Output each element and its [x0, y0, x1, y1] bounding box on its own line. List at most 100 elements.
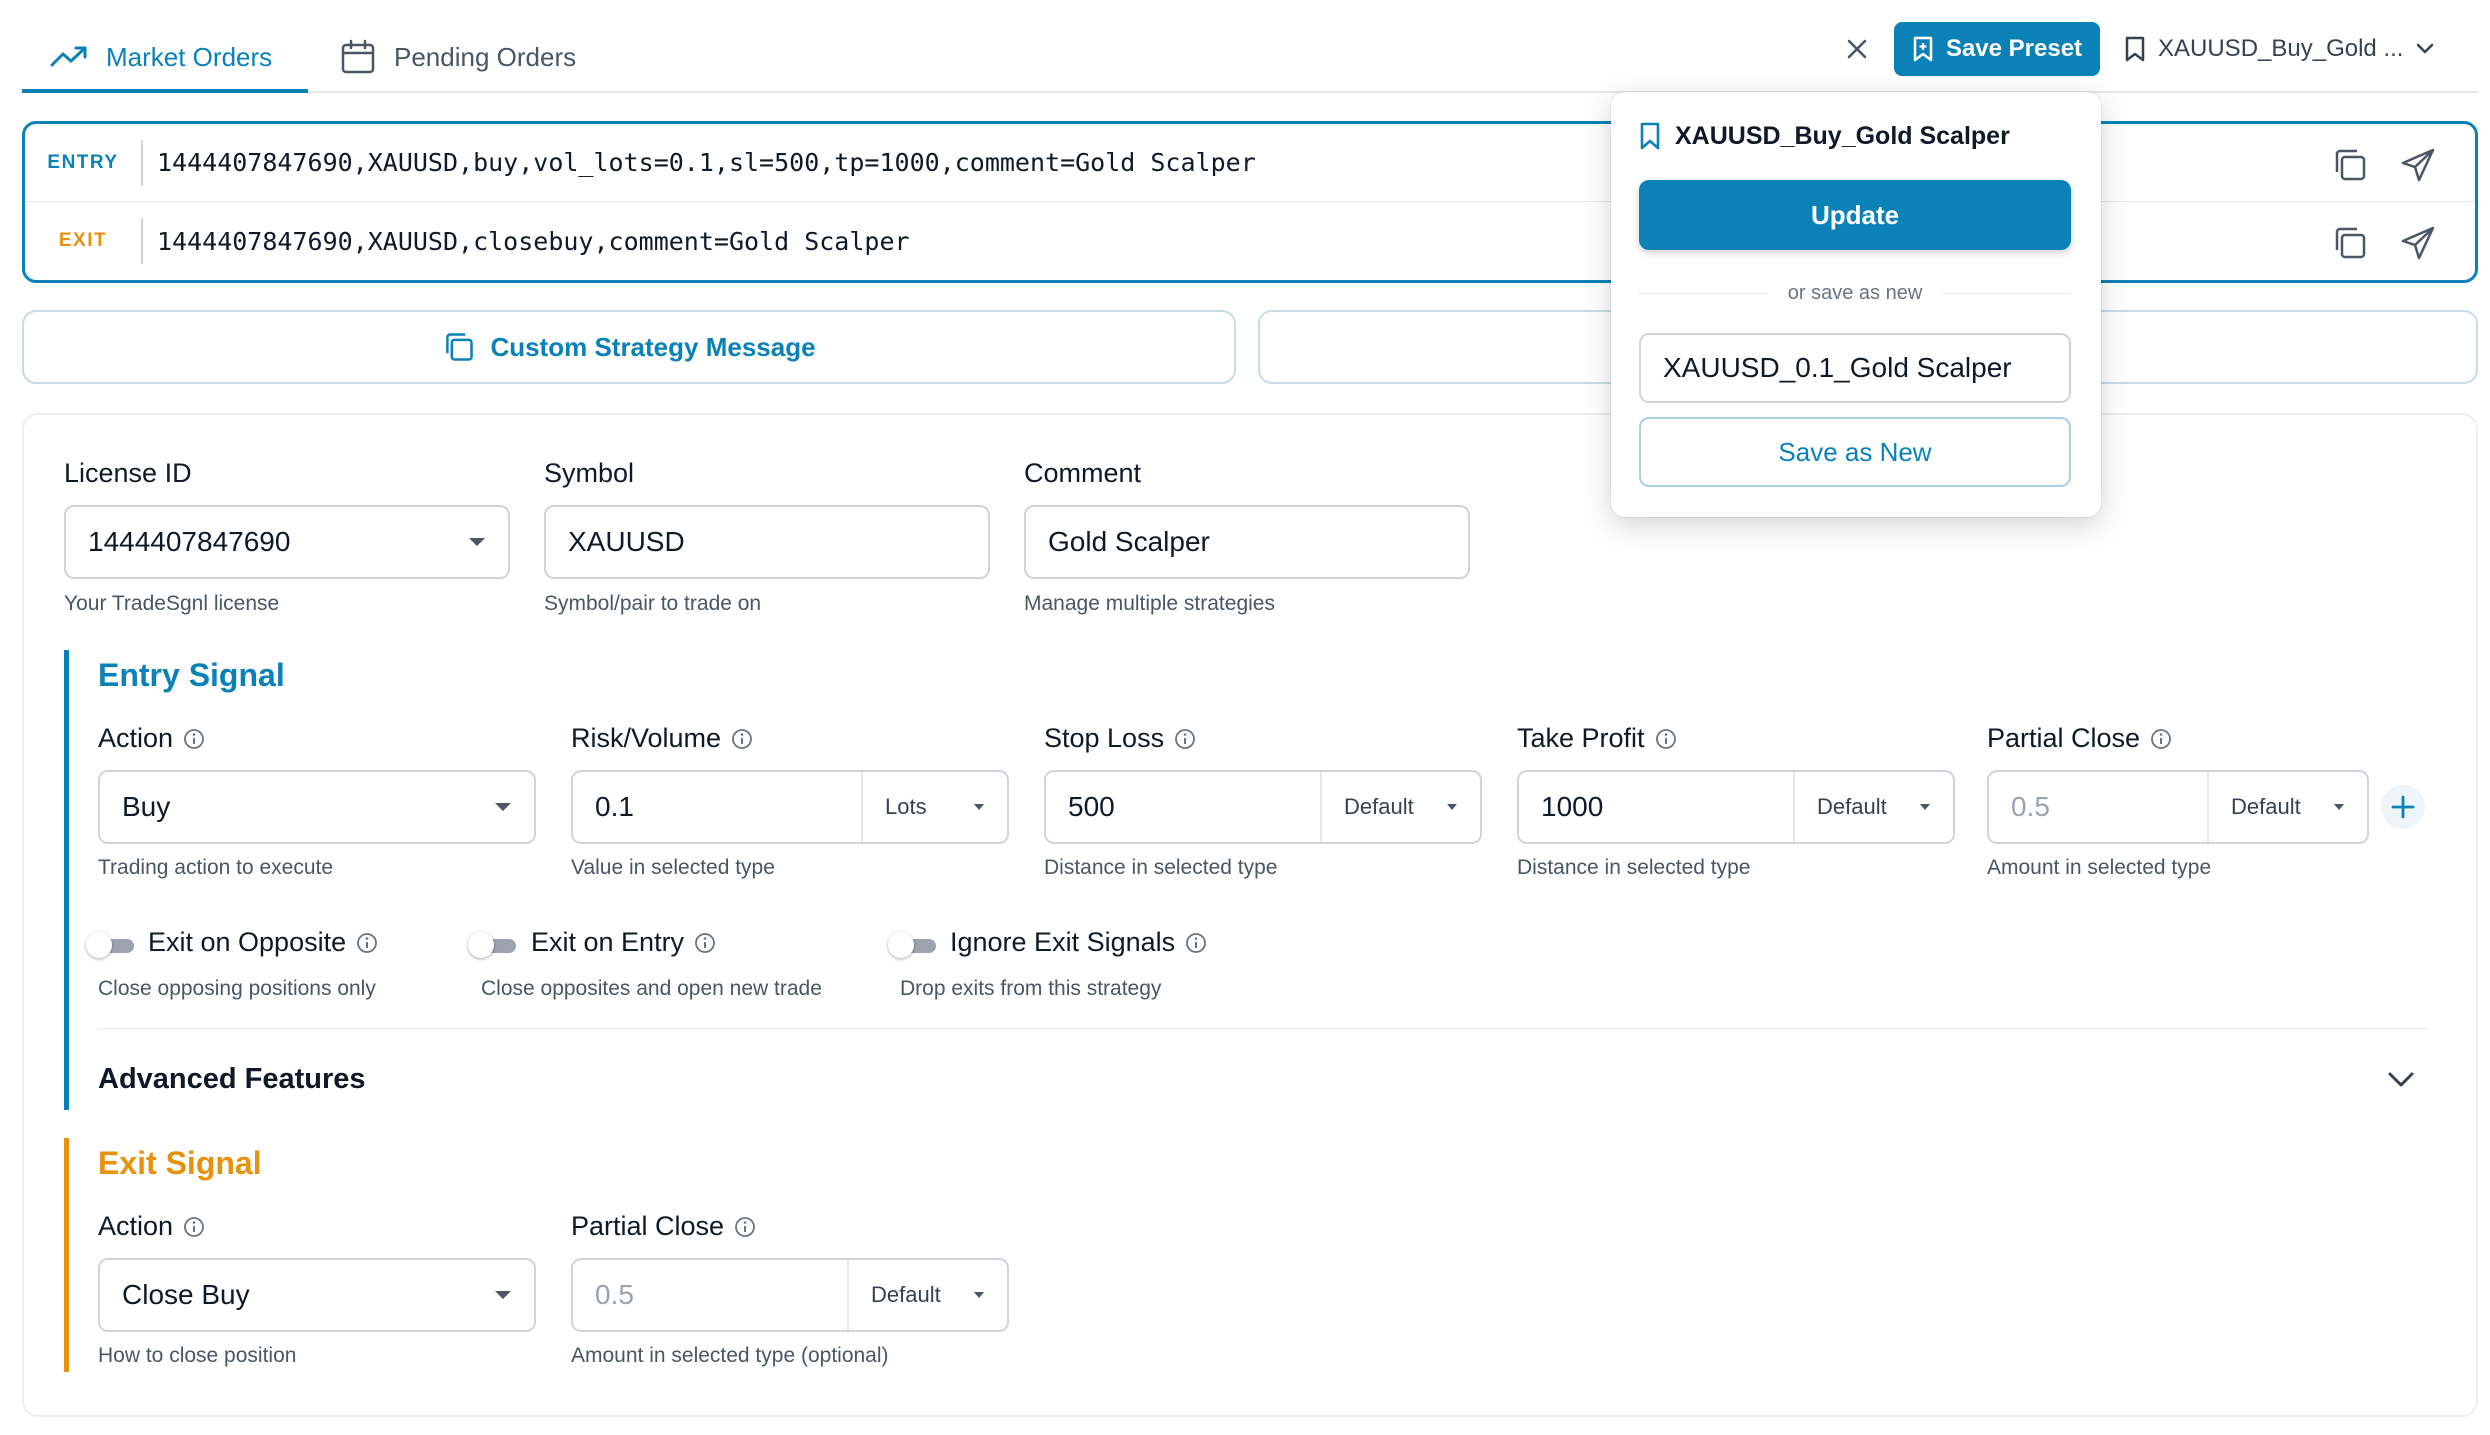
- bookmark-plus-icon: [1913, 36, 1933, 62]
- partial-close-input[interactable]: 0.5 Default: [1987, 770, 2369, 844]
- copy-icon: [446, 333, 474, 361]
- symbol-input[interactable]: XAUUSD: [544, 505, 990, 579]
- entry-action-help: Trading action to execute: [98, 856, 334, 879]
- exit-on-opposite-label-text: Exit on Opposite: [148, 927, 347, 957]
- tab-market-orders-label: Market Orders: [106, 41, 273, 72]
- tab-market-orders[interactable]: Market Orders: [50, 22, 272, 92]
- partial-close-label: Partial Close: [1987, 723, 2172, 754]
- bookmark-icon: [2125, 36, 2145, 62]
- ignore-exit-signals-toggle[interactable]: [888, 932, 938, 958]
- info-icon[interactable]: [694, 932, 716, 954]
- license-id-select[interactable]: 1444407847690: [64, 505, 510, 579]
- tab-pending-orders[interactable]: Pending Orders: [340, 22, 576, 92]
- advanced-features-toggle[interactable]: Advanced Features: [98, 1063, 366, 1096]
- preset-name: XAUUSD_Buy_Gold ...: [2158, 35, 2404, 62]
- exit-partial-close-help: Amount in selected type (optional): [571, 1344, 889, 1367]
- exit-action-label-text: Action: [98, 1211, 174, 1241]
- info-icon[interactable]: [734, 1216, 756, 1238]
- add-partial-close-button[interactable]: [2381, 785, 2425, 829]
- chevron-down-icon[interactable]: [2386, 1070, 2416, 1090]
- take-profit-label-text: Take Profit: [1517, 723, 1645, 753]
- exit-on-opposite-label: Exit on Opposite: [148, 927, 378, 958]
- tab-pending-orders-label: Pending Orders: [394, 41, 577, 72]
- caret-down-icon: [495, 1291, 511, 1299]
- update-button[interactable]: Update: [1639, 180, 2071, 250]
- risk-volume-value: 0.1: [595, 791, 634, 822]
- ignore-exit-signals-help: Drop exits from this strategy: [900, 977, 1162, 1000]
- signal-messages: ENTRY 1444407847690,XAUUSD,buy,vol_lots=…: [22, 121, 2478, 283]
- take-profit-unit-select[interactable]: Default: [1793, 772, 1953, 842]
- caret-down-icon: [469, 538, 485, 546]
- entry-action-value: Buy: [122, 791, 171, 822]
- exit-action-value: Close Buy: [122, 1279, 250, 1310]
- caret-down-icon: [2334, 804, 2344, 810]
- exit-on-entry-toggle[interactable]: [468, 932, 518, 958]
- entry-tag: ENTRY: [47, 151, 119, 173]
- exit-on-entry-help: Close opposites and open new trade: [481, 977, 822, 1000]
- exit-partial-close-unit-select[interactable]: Default: [847, 1260, 1007, 1330]
- comment-input[interactable]: Gold Scalper: [1024, 505, 1470, 579]
- partial-close-unit-select[interactable]: Default: [2207, 772, 2367, 842]
- risk-volume-input[interactable]: 0.1 Lots: [571, 770, 1009, 844]
- divider: [98, 1028, 2428, 1029]
- entry-message-text[interactable]: 1444407847690,XAUUSD,buy,vol_lots=0.1,sl…: [157, 148, 1256, 177]
- info-icon[interactable]: [183, 728, 205, 750]
- save-as-new-button[interactable]: Save as New: [1639, 417, 2071, 487]
- partial-close-help: Amount in selected type: [1987, 856, 2212, 879]
- risk-unit-select[interactable]: Lots: [861, 772, 1007, 842]
- take-profit-input[interactable]: 1000 Default: [1517, 770, 1955, 844]
- stop-loss-unit-select[interactable]: Default: [1320, 772, 1480, 842]
- info-icon[interactable]: [1655, 728, 1677, 750]
- take-profit-label: Take Profit: [1517, 723, 1677, 754]
- exit-tag: EXIT: [58, 230, 108, 251]
- exit-partial-close-input[interactable]: 0.5 Default: [571, 1258, 1009, 1332]
- active-tab-indicator: [22, 89, 308, 93]
- license-id-help: Your TradeSgnl license: [64, 592, 280, 615]
- risk-unit-value: Lots: [885, 794, 927, 819]
- exit-action-select[interactable]: Close Buy: [98, 1258, 536, 1332]
- new-preset-name-input[interactable]: XAUUSD_0.1_Gold Scalper: [1639, 333, 2071, 403]
- exit-partial-close-unit-value: Default: [871, 1282, 941, 1307]
- exit-on-opposite-toggle[interactable]: [86, 932, 136, 958]
- entry-message-row: ENTRY 1444407847690,XAUUSD,buy,vol_lots=…: [25, 124, 2475, 202]
- info-icon[interactable]: [731, 728, 753, 750]
- order-tabs: Market Orders Pending Orders: [22, 0, 2478, 93]
- trending-up-icon: [50, 46, 87, 67]
- copy-icon[interactable]: [2331, 146, 2369, 184]
- take-profit-unit-value: Default: [1817, 794, 1887, 819]
- stop-loss-input[interactable]: 500 Default: [1044, 770, 1482, 844]
- partial-close-placeholder: 0.5: [2011, 791, 2050, 822]
- save-preset-button[interactable]: Save Preset: [1894, 22, 2100, 76]
- stop-loss-unit-value: Default: [1344, 794, 1414, 819]
- ignore-exit-signals-label: Ignore Exit Signals: [950, 927, 1207, 958]
- entry-signal-title: Entry Signal: [98, 657, 285, 693]
- plus-icon: [2391, 795, 2415, 819]
- info-icon[interactable]: [2150, 728, 2172, 750]
- send-icon[interactable]: [2399, 146, 2437, 184]
- symbol-label: Symbol: [544, 458, 635, 488]
- or-divider: or save as new: [1639, 282, 2072, 305]
- send-icon[interactable]: [2399, 224, 2437, 262]
- info-icon[interactable]: [183, 1216, 205, 1238]
- entry-action-select[interactable]: Buy: [98, 770, 536, 844]
- info-icon[interactable]: [356, 932, 378, 954]
- copy-icon[interactable]: [2331, 224, 2369, 262]
- divider: [141, 139, 143, 186]
- custom-strategy-message-button[interactable]: Custom Strategy Message: [22, 310, 1236, 384]
- entry-action-label-text: Action: [98, 723, 174, 753]
- exit-partial-close-placeholder: 0.5: [595, 1279, 634, 1310]
- exit-action-label: Action: [98, 1211, 205, 1242]
- close-icon[interactable]: [1842, 34, 1872, 64]
- take-profit-value: 1000: [1541, 791, 1604, 822]
- preset-selector[interactable]: XAUUSD_Buy_Gold ...: [2124, 22, 2454, 76]
- exit-signal-title: Exit Signal: [98, 1145, 262, 1181]
- symbol-value: XAUUSD: [568, 526, 685, 557]
- exit-on-opposite-help: Close opposing positions only: [98, 977, 376, 1000]
- entry-action-label: Action: [98, 723, 205, 754]
- bookmark-icon: [1640, 122, 1660, 150]
- exit-message-text[interactable]: 1444407847690,XAUUSD,closebuy,comment=Go…: [157, 227, 910, 256]
- info-icon[interactable]: [1174, 728, 1196, 750]
- info-icon[interactable]: [1185, 932, 1207, 954]
- calendar-icon: [341, 39, 375, 74]
- caret-down-icon: [1447, 804, 1457, 810]
